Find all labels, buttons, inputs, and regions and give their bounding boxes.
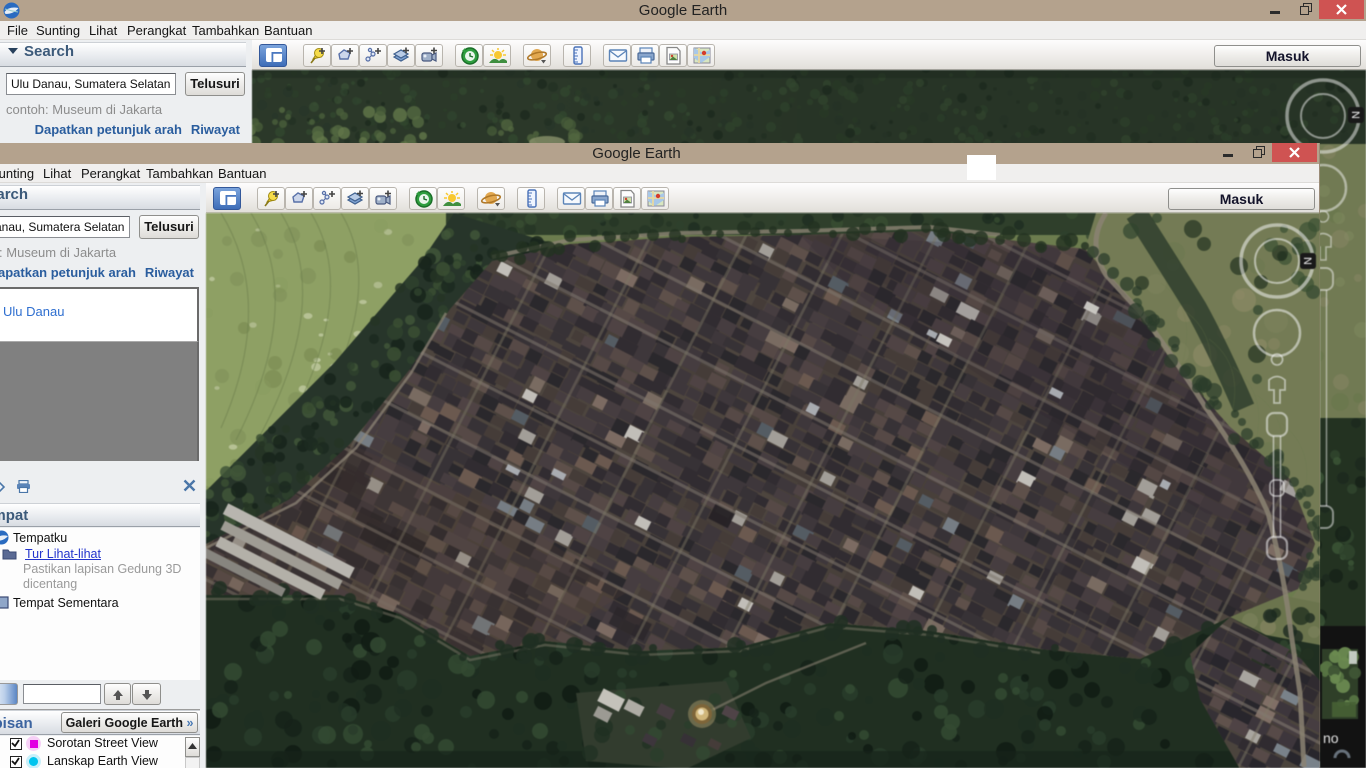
svg-text:no: no — [1323, 730, 1339, 746]
svg-text:N: N — [1349, 111, 1361, 119]
svg-text:N: N — [1301, 257, 1313, 265]
